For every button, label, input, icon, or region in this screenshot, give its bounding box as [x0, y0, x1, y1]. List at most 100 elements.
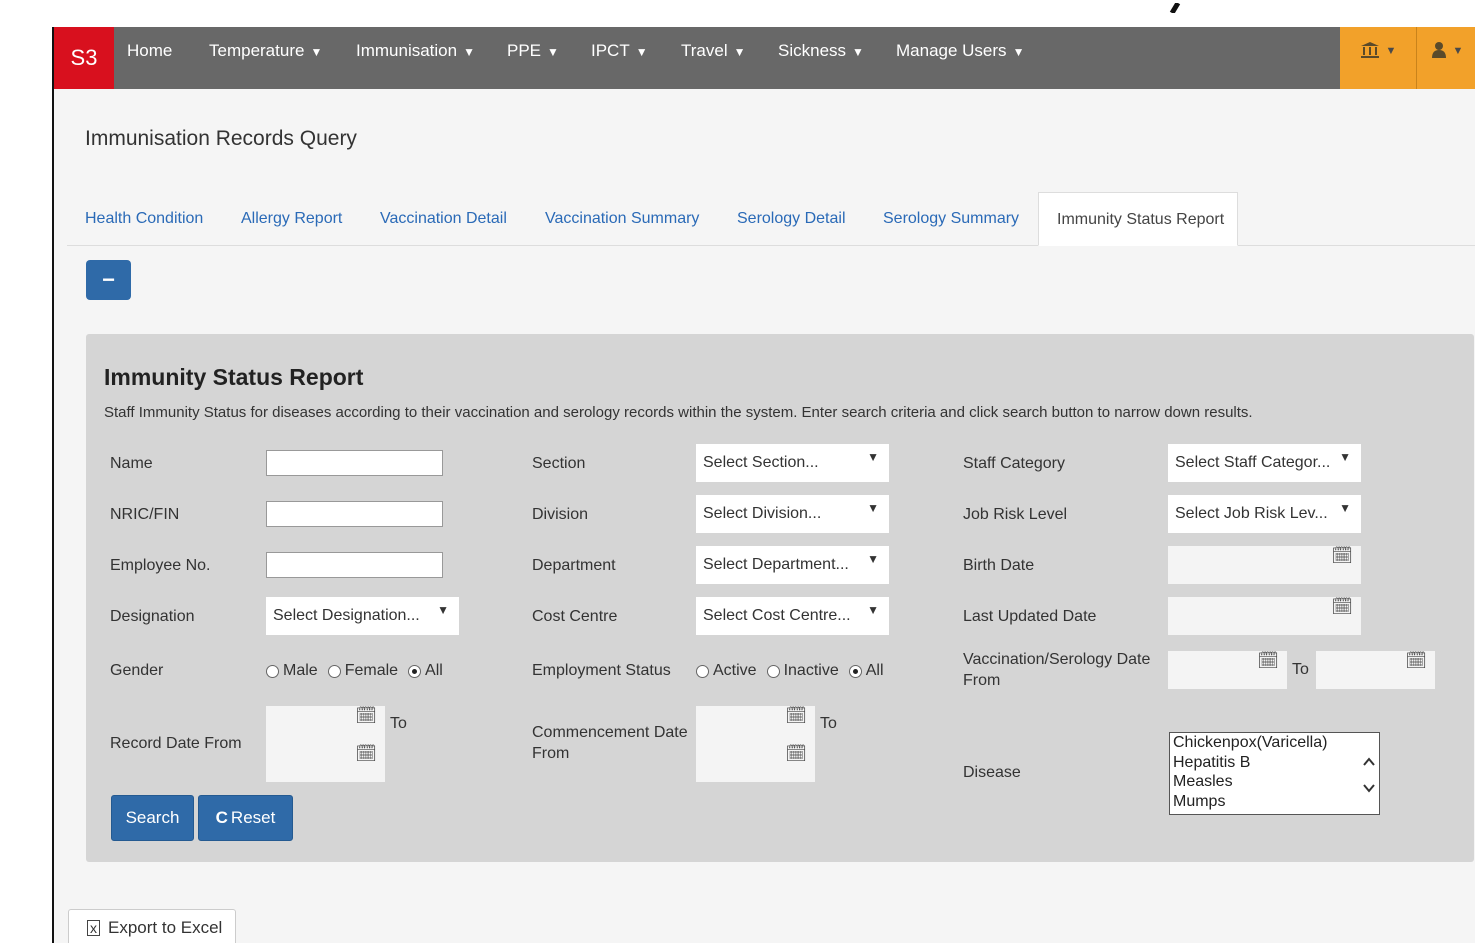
tab-vaccination-summary[interactable]: Vaccination Summary — [545, 192, 699, 245]
nav-home[interactable]: Home — [127, 27, 172, 75]
scroll-down-icon — [1363, 784, 1375, 793]
scroll-up-icon — [1363, 757, 1375, 766]
gender-all-radio[interactable] — [408, 664, 422, 678]
employment-inactive-radio[interactable] — [766, 664, 780, 678]
employee-no-input[interactable] — [266, 552, 443, 578]
record-date-from-input[interactable]: 🗓 — [266, 706, 385, 744]
employment-status-label: Employment Status — [532, 662, 671, 679]
birth-date-input[interactable]: 🗓 — [1168, 546, 1361, 584]
report-tabs: Health Condition Allergy Report Vaccinat… — [67, 192, 1475, 246]
calendar-icon[interactable]: 🗓 — [1331, 597, 1353, 617]
cost-centre-dropdown-icon: ▼ — [867, 603, 879, 617]
designation-dropdown-icon: ▼ — [437, 603, 449, 617]
job-risk-level-select[interactable]: Select Job Risk Lev... ▼ — [1168, 495, 1361, 533]
calendar-icon[interactable]: 🗓 — [355, 744, 377, 764]
tab-allergy-report[interactable]: Allergy Report — [241, 192, 342, 245]
user-menu[interactable]: ▼ — [1417, 27, 1475, 89]
nav-temperature[interactable]: Temperature ▼ — [209, 27, 322, 75]
nav-immunisation[interactable]: Immunisation ▼ — [356, 27, 475, 75]
reset-button[interactable]: C Reset — [198, 795, 293, 841]
nav-travel[interactable]: Travel ▼ — [681, 27, 746, 75]
gender-male-radio[interactable] — [266, 664, 279, 678]
nav-sickness[interactable]: Sickness ▼ — [778, 27, 864, 75]
calendar-icon[interactable]: 🗓 — [1405, 651, 1427, 671]
gender-radio-group: Male Female All — [266, 662, 453, 680]
disease-listbox[interactable]: Chickenpox(Varicella) Hepatitis B Measle… — [1169, 732, 1380, 815]
calendar-icon[interactable]: 🗓 — [785, 706, 807, 726]
record-date-to-input[interactable]: 🗓 — [266, 744, 385, 782]
panel-title: Immunity Status Report — [104, 364, 364, 390]
department-label: Department — [532, 557, 616, 574]
tab-immunity-status-report[interactable]: Immunity Status Report — [1038, 192, 1238, 246]
calendar-icon[interactable]: 🗓 — [1257, 651, 1279, 671]
staff-category-dropdown-icon: ▼ — [1339, 450, 1351, 464]
department-select[interactable]: Select Department... ▼ — [696, 546, 889, 584]
calendar-icon[interactable]: 🗓 — [785, 744, 807, 764]
disease-option[interactable]: Mumps — [1170, 792, 1379, 812]
vaccination-date-to-input[interactable]: 🗓 — [1316, 651, 1435, 689]
cost-centre-label: Cost Centre — [532, 608, 618, 625]
disease-label: Disease — [963, 764, 1021, 781]
nav-ppe[interactable]: PPE ▼ — [507, 27, 559, 75]
name-input[interactable] — [266, 450, 443, 476]
section-dropdown-icon: ▼ — [867, 450, 879, 464]
staff-category-label: Staff Category — [963, 455, 1065, 472]
nric-input[interactable] — [266, 501, 443, 527]
disease-option[interactable]: Chickenpox(Varicella) — [1170, 733, 1379, 753]
calendar-icon[interactable]: 🗓 — [355, 706, 377, 726]
last-updated-date-input[interactable]: 🗓 — [1168, 597, 1361, 635]
brand-logo[interactable]: S3 — [54, 27, 114, 89]
commencement-date-to-label: To — [820, 715, 837, 732]
employment-all-radio[interactable] — [848, 664, 862, 678]
reset-icon: C — [215, 808, 228, 827]
tab-serology-summary[interactable]: Serology Summary — [883, 192, 1019, 245]
tab-serology-detail[interactable]: Serology Detail — [737, 192, 846, 245]
cost-centre-select[interactable]: Select Cost Centre... ▼ — [696, 597, 889, 635]
tab-vaccination-detail[interactable]: Vaccination Detail — [380, 192, 507, 245]
disease-scrollbar[interactable] — [1359, 733, 1379, 814]
designation-select[interactable]: Select Designation... ▼ — [266, 597, 459, 635]
institution-icon — [1360, 41, 1380, 64]
employee-no-label: Employee No. — [110, 557, 211, 574]
collapse-button[interactable]: − — [86, 260, 131, 300]
vaccination-date-to-label: To — [1292, 661, 1309, 678]
record-date-label: Record Date From — [110, 735, 242, 752]
commencement-date-from-input[interactable]: 🗓 — [696, 706, 815, 744]
user-caret-icon: ▼ — [1452, 45, 1464, 57]
excel-icon: x — [87, 920, 100, 936]
nav-manage-users[interactable]: Manage Users ▼ — [896, 27, 1024, 75]
commencement-date-to-input[interactable]: 🗓 — [696, 744, 815, 782]
disease-option[interactable]: Hepatitis B — [1170, 753, 1379, 773]
department-dropdown-icon: ▼ — [867, 552, 879, 566]
app-frame: S3 Home Temperature ▼ Immunisation ▼ PPE ▼ … — [52, 27, 1475, 943]
designation-label: Designation — [110, 608, 195, 625]
nric-label: NRIC/FIN — [110, 506, 180, 523]
user-icon — [1431, 41, 1447, 64]
calendar-icon[interactable]: 🗓 — [1331, 546, 1353, 566]
nav-ipct[interactable]: IPCT ▼ — [591, 27, 648, 75]
search-button[interactable]: Search — [111, 795, 194, 841]
panel-description: Staff Immunity Status for diseases accor… — [104, 404, 1253, 421]
gender-female-radio[interactable] — [327, 664, 341, 678]
birth-date-label: Birth Date — [963, 557, 1035, 574]
employment-active-radio[interactable] — [696, 664, 709, 678]
institution-caret-icon: ▼ — [1385, 45, 1397, 57]
section-select[interactable]: Select Section... ▼ — [696, 444, 889, 482]
minus-icon: − — [102, 267, 115, 292]
division-select[interactable]: Select Division... ▼ — [696, 495, 889, 533]
tab-health-condition[interactable]: Health Condition — [85, 192, 203, 245]
vaccination-serology-date-label: Vaccination/Serology Date From — [963, 651, 1151, 689]
top-navbar: S3 Home Temperature ▼ Immunisation ▼ PPE ▼ … — [54, 27, 1475, 89]
disease-option[interactable]: Measles — [1170, 772, 1379, 792]
institution-menu[interactable]: ▼ — [1340, 27, 1416, 89]
last-updated-date-label: Last Updated Date — [963, 608, 1097, 625]
job-risk-level-label: Job Risk Level — [963, 506, 1068, 523]
employment-status-radio-group: Active Inactive All — [696, 662, 894, 680]
gender-label: Gender — [110, 662, 164, 679]
vaccination-date-from-input[interactable]: 🗓 — [1168, 651, 1287, 689]
record-date-to-label: To — [390, 715, 407, 732]
page-title: Immunisation Records Query — [85, 127, 357, 150]
staff-category-select[interactable]: Select Staff Categor... ▼ — [1168, 444, 1361, 482]
export-to-excel-button[interactable]: x Export to Excel — [68, 909, 236, 943]
search-panel: Immunity Status Report Staff Immunity St… — [86, 334, 1474, 862]
